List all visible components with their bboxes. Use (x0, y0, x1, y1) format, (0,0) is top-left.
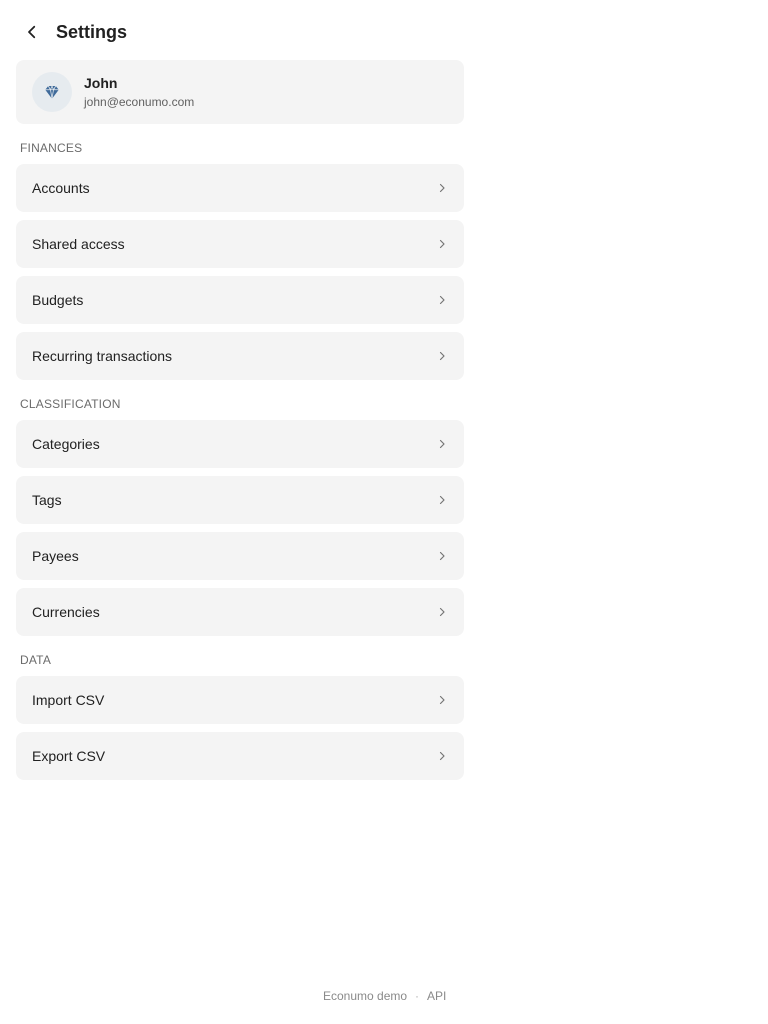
menu-item-label: Categories (32, 436, 100, 452)
profile-email: john@econumo.com (84, 95, 195, 109)
profile-card[interactable]: John john@econumo.com (16, 60, 464, 124)
section-classification: CLASSIFICATION Categories Tags Payees Curren… (16, 396, 464, 636)
menu-item-label: Recurring transactions (32, 348, 173, 364)
chevron-right-icon (436, 550, 448, 562)
menu-item-budgets[interactable]: Budgets (16, 276, 464, 324)
menu-item-recurring-transactions[interactable]: Recurring transactions (16, 332, 464, 380)
chevron-right-icon (436, 606, 448, 618)
avatar (32, 72, 72, 112)
chevron-right-icon (436, 350, 448, 362)
footer-separator: · (415, 989, 420, 1003)
back-button[interactable] (16, 16, 48, 48)
chevron-right-icon (436, 694, 448, 706)
menu-item-currencies[interactable]: Currencies (16, 588, 464, 636)
header: Settings (16, 16, 127, 48)
menu-item-label: Import CSV (32, 692, 105, 708)
menu-item-tags[interactable]: Tags (16, 476, 464, 524)
chevron-right-icon (436, 438, 448, 450)
section-finances: FINANCES Accounts Shared access Budgets Recu… (16, 140, 464, 380)
api-link[interactable]: API (427, 989, 446, 1003)
section-label: FINANCES (20, 141, 83, 155)
section-label: DATA (20, 653, 52, 667)
menu-item-label: Budgets (32, 292, 84, 308)
section-label: CLASSIFICATION (20, 397, 121, 411)
demo-link[interactable]: Econumo demo (323, 989, 407, 1003)
chevron-right-icon (436, 494, 448, 506)
menu-item-label: Export CSV (32, 748, 106, 764)
settings-sections: FINANCES Accounts Shared access Budgets Recu… (16, 140, 464, 780)
menu-list: Import CSV Export CSV (16, 676, 464, 780)
profile-info: John john@econumo.com (84, 74, 194, 110)
chevron-right-icon (436, 238, 448, 250)
page-title: Settings (56, 21, 128, 42)
chevron-right-icon (436, 750, 448, 762)
menu-item-import-csv[interactable]: Import CSV (16, 676, 464, 724)
menu-item-export-csv[interactable]: Export CSV (16, 732, 464, 780)
menu-item-label: Tags (32, 492, 62, 508)
chevron-left-icon (28, 25, 36, 39)
chevron-right-icon (436, 294, 448, 306)
diamond-icon (45, 84, 59, 99)
chevron-right-icon (436, 182, 448, 194)
menu-item-accounts[interactable]: Accounts (16, 164, 464, 212)
footer: Econumo demo · API (323, 988, 446, 1004)
section-data: DATA Import CSV Export CSV (16, 652, 464, 780)
menu-item-payees[interactable]: Payees (16, 532, 464, 580)
menu-list: Accounts Shared access Budgets Recurring tr… (16, 164, 464, 380)
menu-list: Categories Tags Payees Currencies (16, 420, 464, 636)
profile-name: John (84, 75, 118, 91)
settings-content: John john@econumo.com FINANCES Accounts Sh… (16, 60, 464, 780)
menu-item-label: Currencies (32, 604, 100, 620)
menu-item-label: Accounts (32, 180, 90, 196)
menu-item-categories[interactable]: Categories (16, 420, 464, 468)
menu-item-label: Shared access (32, 236, 125, 252)
menu-item-shared-access[interactable]: Shared access (16, 220, 464, 268)
settings-page: Settings John john@econumo.com FINANCES A… (0, 0, 768, 1024)
menu-item-label: Payees (32, 548, 79, 564)
